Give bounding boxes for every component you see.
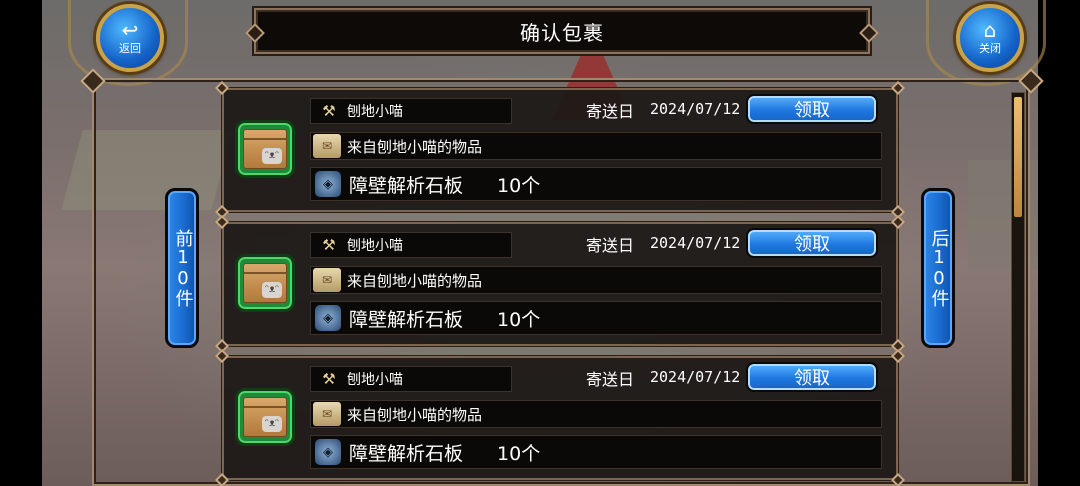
send-date-label: 寄送日	[586, 370, 635, 389]
message-row: ✉ 来自刨地小喵的物品	[310, 266, 882, 294]
box-graphic: ᵔᴥᵔ	[243, 129, 287, 169]
claim-button[interactable]: 领取	[746, 94, 878, 124]
item-name: 障壁解析石板	[349, 308, 464, 331]
next-page-button[interactable]: 后10件	[921, 188, 955, 348]
back-button[interactable]: ↩ 返回	[96, 4, 164, 72]
scroll-letter-icon: ✉	[313, 268, 341, 292]
cat-face-icon: ᵔᴥᵔ	[262, 416, 282, 432]
send-date-value: 2024/07/12	[650, 368, 741, 386]
item-row: ◈ 障壁解析石板 10个	[310, 435, 882, 469]
stone-tablet-icon: ◈	[315, 305, 341, 331]
item-row: ◈ 障壁解析石板 10个	[310, 167, 882, 201]
sender-row: ⚒ 刨地小喵	[310, 232, 512, 258]
item-name: 障壁解析石板	[349, 174, 464, 197]
send-date-label: 寄送日	[586, 236, 635, 255]
sender-name: 刨地小喵	[347, 372, 403, 388]
package-box-icon: ᵔᴥᵔ	[235, 120, 295, 178]
mail-card: ᵔᴥᵔ ⚒ 刨地小喵 寄送日 2024/07/12 领取 ✉ 来自刨地小喵的物品…	[214, 214, 906, 354]
back-button-label: 返回	[119, 42, 141, 55]
send-date-value: 2024/07/12	[650, 234, 741, 252]
item-quantity: 10个	[497, 442, 541, 465]
claim-button[interactable]: 领取	[746, 228, 878, 258]
scrollbar[interactable]	[1011, 92, 1025, 482]
sender-name: 刨地小喵	[347, 104, 403, 120]
back-arrow-icon: ↩	[121, 18, 139, 42]
stone-tablet-icon: ◈	[315, 439, 341, 465]
next-page-label: 后10件	[928, 229, 950, 307]
close-button-label: 关闭	[979, 42, 1001, 55]
item-row: ◈ 障壁解析石板 10个	[310, 301, 882, 335]
send-date-label: 寄送日	[586, 102, 635, 121]
prev-page-label: 前10件	[172, 229, 194, 307]
cat-face-icon: ᵔᴥᵔ	[262, 148, 282, 164]
item-quantity: 10个	[497, 308, 541, 331]
item-name: 障壁解析石板	[349, 442, 464, 465]
prev-page-button[interactable]: 前10件	[165, 188, 199, 348]
message-row: ✉ 来自刨地小喵的物品	[310, 400, 882, 428]
cat-face-icon: ᵔᴥᵔ	[262, 282, 282, 298]
package-box-icon: ᵔᴥᵔ	[235, 388, 295, 446]
item-quantity: 10个	[497, 174, 541, 197]
claim-button-label: 领取	[794, 368, 830, 389]
message-text: 来自刨地小喵的物品	[347, 271, 483, 290]
message-text: 来自刨地小喵的物品	[347, 137, 483, 156]
box-graphic: ᵔᴥᵔ	[243, 263, 287, 303]
sender-row: ⚒ 刨地小喵	[310, 366, 512, 392]
close-button[interactable]: ⌂ 关闭	[956, 4, 1024, 72]
sender-tools-icon: ⚒	[322, 370, 336, 388]
page-title: 确认包裹	[254, 8, 870, 54]
sender-tools-icon: ⚒	[322, 102, 336, 120]
sender-tools-icon: ⚒	[322, 236, 336, 254]
send-date-value: 2024/07/12	[650, 100, 741, 118]
mail-card: ᵔᴥᵔ ⚒ 刨地小喵 寄送日 2024/07/12 领取 ✉ 来自刨地小喵的物品…	[214, 80, 906, 220]
scrollbar-thumb[interactable]	[1014, 97, 1022, 217]
claim-button-label: 领取	[794, 234, 830, 255]
claim-button[interactable]: 领取	[746, 362, 878, 392]
box-graphic: ᵔᴥᵔ	[243, 397, 287, 437]
sender-row: ⚒ 刨地小喵	[310, 98, 512, 124]
scroll-letter-icon: ✉	[313, 134, 341, 158]
message-text: 来自刨地小喵的物品	[347, 405, 483, 424]
mail-card: ᵔᴥᵔ ⚒ 刨地小喵 寄送日 2024/07/12 领取 ✉ 来自刨地小喵的物品…	[214, 348, 906, 486]
claim-button-label: 领取	[794, 100, 830, 121]
stone-tablet-icon: ◈	[315, 171, 341, 197]
home-icon: ⌂	[983, 18, 997, 42]
message-row: ✉ 来自刨地小喵的物品	[310, 132, 882, 160]
scroll-letter-icon: ✉	[313, 402, 341, 426]
package-box-icon: ᵔᴥᵔ	[235, 254, 295, 312]
page-title-text: 确认包裹	[520, 20, 604, 45]
sender-name: 刨地小喵	[347, 238, 403, 254]
